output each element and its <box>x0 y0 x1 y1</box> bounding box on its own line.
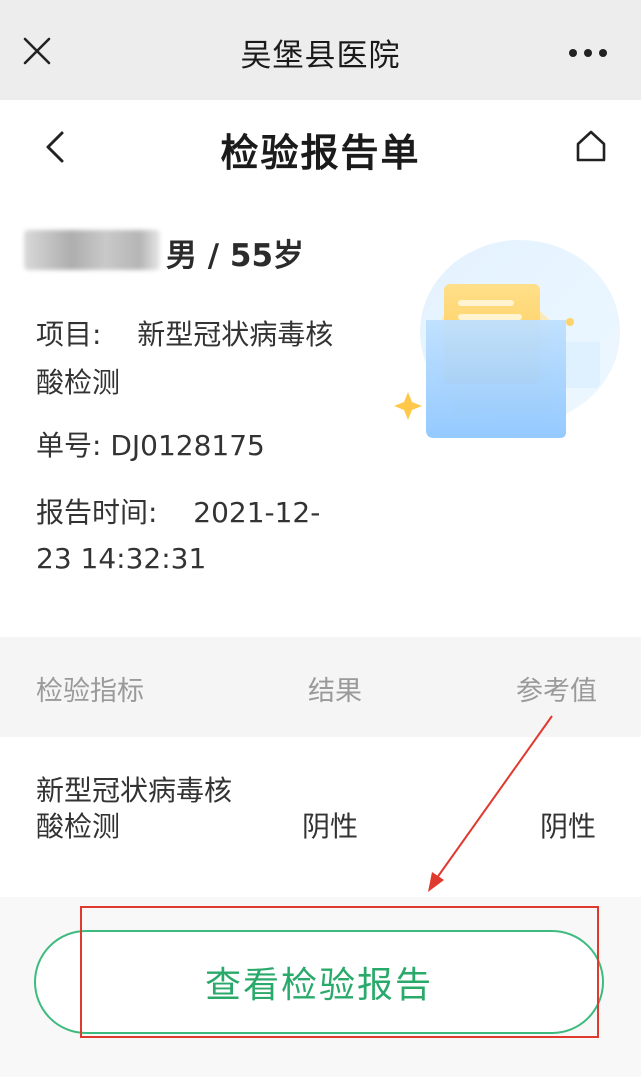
result-table-header: 检验指标 结果 参考值 <box>0 637 641 737</box>
report-number-label: 单号: <box>36 429 102 462</box>
page-title: 检验报告单 <box>220 131 421 175</box>
more-icon[interactable] <box>568 48 608 58</box>
row-result: 阴性 <box>302 810 359 843</box>
report-time-line2: 23 14:32:31 <box>36 542 207 575</box>
report-time-label: 报告时间: <box>36 496 158 529</box>
row-indicator-line1: 新型冠状病毒核 <box>36 774 233 807</box>
report-item-line1: 项目: 新型冠状病毒核 <box>36 312 333 358</box>
row-indicator-line2: 酸检测 <box>36 810 121 843</box>
page-nav-bar: 检验报告单 <box>0 100 641 200</box>
report-item-label: 项目: <box>36 318 102 351</box>
patient-name-redacted <box>24 230 160 270</box>
wechat-top-bar: 吴堡县医院 <box>0 0 641 100</box>
report-illustration <box>394 240 620 438</box>
home-icon[interactable] <box>574 128 608 164</box>
header-indicator: 检验指标 <box>36 676 144 707</box>
wechat-page-title: 吴堡县医院 <box>240 38 401 74</box>
patient-gender-age: 男 / 55岁 <box>166 238 305 274</box>
annotation-highlight-box <box>80 906 599 1038</box>
report-item-value: 新型冠状病毒核 <box>137 318 334 351</box>
table-row: 新型冠状病毒核 酸检测 阴性 阴性 <box>0 737 641 897</box>
header-result: 结果 <box>308 676 362 707</box>
report-number-value: DJ0128175 <box>110 429 265 462</box>
report-number: 单号: DJ0128175 <box>36 423 265 469</box>
report-time-value: 2021-12- <box>193 496 321 529</box>
header-reference: 参考值 <box>516 676 597 707</box>
report-item-line2: 酸检测 <box>36 366 121 399</box>
row-reference: 阴性 <box>540 810 597 843</box>
report-time-line1: 报告时间: 2021-12- <box>36 490 320 536</box>
